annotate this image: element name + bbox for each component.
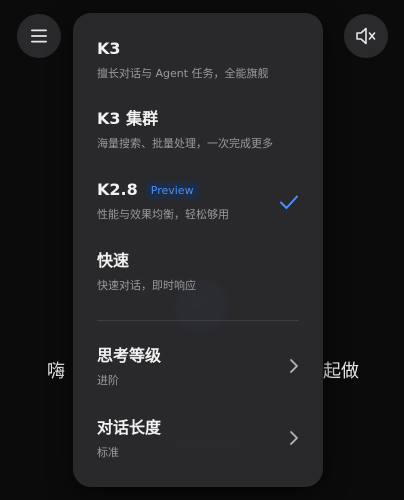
model-selector-panel: K3 擅长对话与 Agent 任务，全能旗舰 K3 集群 海量搜索、批量处理，一… — [73, 13, 323, 487]
chevron-right-icon — [290, 359, 298, 373]
model-option-title: K3 集群 — [97, 109, 159, 128]
model-option-title: K3 — [97, 39, 121, 58]
model-option-title: 快速 — [97, 251, 130, 270]
greeting-text-left: 嗨 — [47, 361, 65, 382]
model-option-desc: 快速对话，即时响应 — [97, 279, 196, 292]
setting-title: 思考等级 — [97, 346, 162, 365]
model-option-desc: 性能与效果均衡，轻松够用 — [97, 208, 229, 221]
menu-divider — [97, 320, 299, 321]
hamburger-menu-icon — [31, 29, 47, 43]
greeting-text-right: 起做 — [323, 361, 359, 382]
model-option-k2-8[interactable]: K2.8 Preview 性能与效果均衡，轻松够用 — [97, 180, 299, 222]
chat-screen: 嗨 起做 K3 擅长对话与 Agent 任务，全能旗舰 K3 集群 海量搜索、批… — [0, 0, 404, 500]
model-option-fast[interactable]: 快速 快速对话，即时响应 — [97, 251, 299, 293]
setting-thinking-level[interactable]: 思考等级 进阶 — [97, 346, 299, 388]
model-option-title-row: K2.8 Preview — [97, 180, 299, 200]
checkmark-icon — [280, 195, 298, 209]
model-option-desc: 海量搜索、批量处理，一次完成更多 — [97, 137, 273, 150]
setting-value: 标准 — [97, 446, 119, 459]
chevron-right-icon — [290, 431, 298, 445]
setting-conversation-length[interactable]: 对话长度 标准 — [97, 418, 299, 460]
menu-button[interactable] — [17, 14, 61, 58]
model-option-k3[interactable]: K3 擅长对话与 Agent 任务，全能旗舰 — [97, 39, 299, 81]
setting-value: 进阶 — [97, 374, 119, 387]
preview-badge: Preview — [145, 181, 199, 199]
model-option-desc: 擅长对话与 Agent 任务，全能旗舰 — [97, 67, 269, 80]
setting-title: 对话长度 — [97, 418, 162, 437]
model-option-title: K2.8 — [97, 180, 138, 199]
speaker-muted-icon — [356, 27, 376, 45]
mute-button[interactable] — [344, 14, 388, 58]
model-option-k3-cluster[interactable]: K3 集群 海量搜索、批量处理，一次完成更多 — [97, 109, 299, 151]
